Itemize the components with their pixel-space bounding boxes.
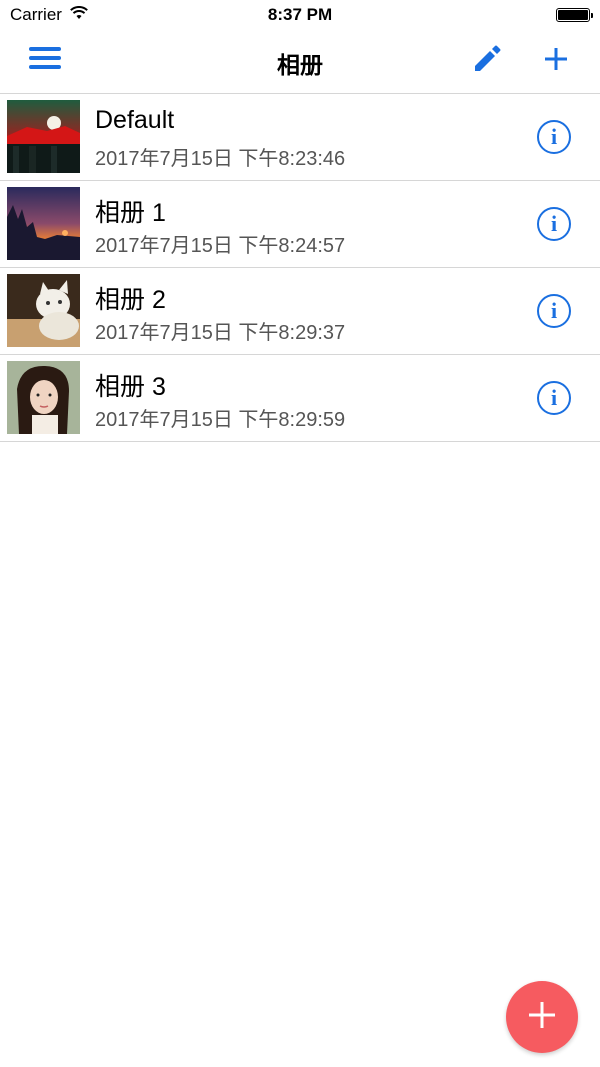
navigation-bar: 相册 [0,30,600,94]
info-icon: i [550,385,558,410]
info-button[interactable]: i [537,207,571,241]
album-date: 2017年7月15日 下午8:24:57 [95,235,346,257]
album-thumbnail [7,187,80,260]
album-row[interactable]: 相册 3 2017年7月15日 下午8:29:59 i [0,355,600,442]
album-name: 相册 1 [95,199,166,227]
battery-icon [556,8,593,22]
pencil-icon [472,44,502,79]
album-row[interactable]: Default 2017年7月15日 下午8:23:46 i [0,94,600,181]
album-name: 相册 3 [95,373,166,401]
page-title: 相册 [277,52,323,78]
album-row[interactable]: 相册 1 2017年7月15日 下午8:24:57 i [0,181,600,268]
info-button[interactable]: i [537,381,571,415]
edit-button[interactable] [465,39,509,83]
info-button[interactable]: i [537,120,571,154]
add-button[interactable] [534,39,578,83]
album-thumbnail [7,274,80,347]
status-time: 8:37 PM [267,5,333,24]
status-bar: Carrier 8:37 PM [0,0,600,30]
plus-icon [528,1001,556,1034]
floating-add-button[interactable] [506,981,578,1053]
album-thumbnail [7,100,80,173]
album-date: 2017年7月15日 下午8:29:37 [95,322,346,344]
info-icon: i [550,211,558,236]
info-button[interactable]: i [537,294,571,328]
album-name: Default [95,106,175,134]
album-name: 相册 2 [95,286,166,314]
album-thumbnail [7,361,80,434]
info-icon: i [550,124,558,149]
album-date: 2017年7月15日 下午8:23:46 [95,148,346,170]
info-icon: i [550,298,558,323]
album-list: Default 2017年7月15日 下午8:23:46 i 相册 1 2017… [0,94,600,442]
plus-icon [544,47,568,76]
album-row[interactable]: 相册 2 2017年7月15日 下午8:29:37 i [0,268,600,355]
album-date: 2017年7月15日 下午8:29:59 [95,409,346,431]
